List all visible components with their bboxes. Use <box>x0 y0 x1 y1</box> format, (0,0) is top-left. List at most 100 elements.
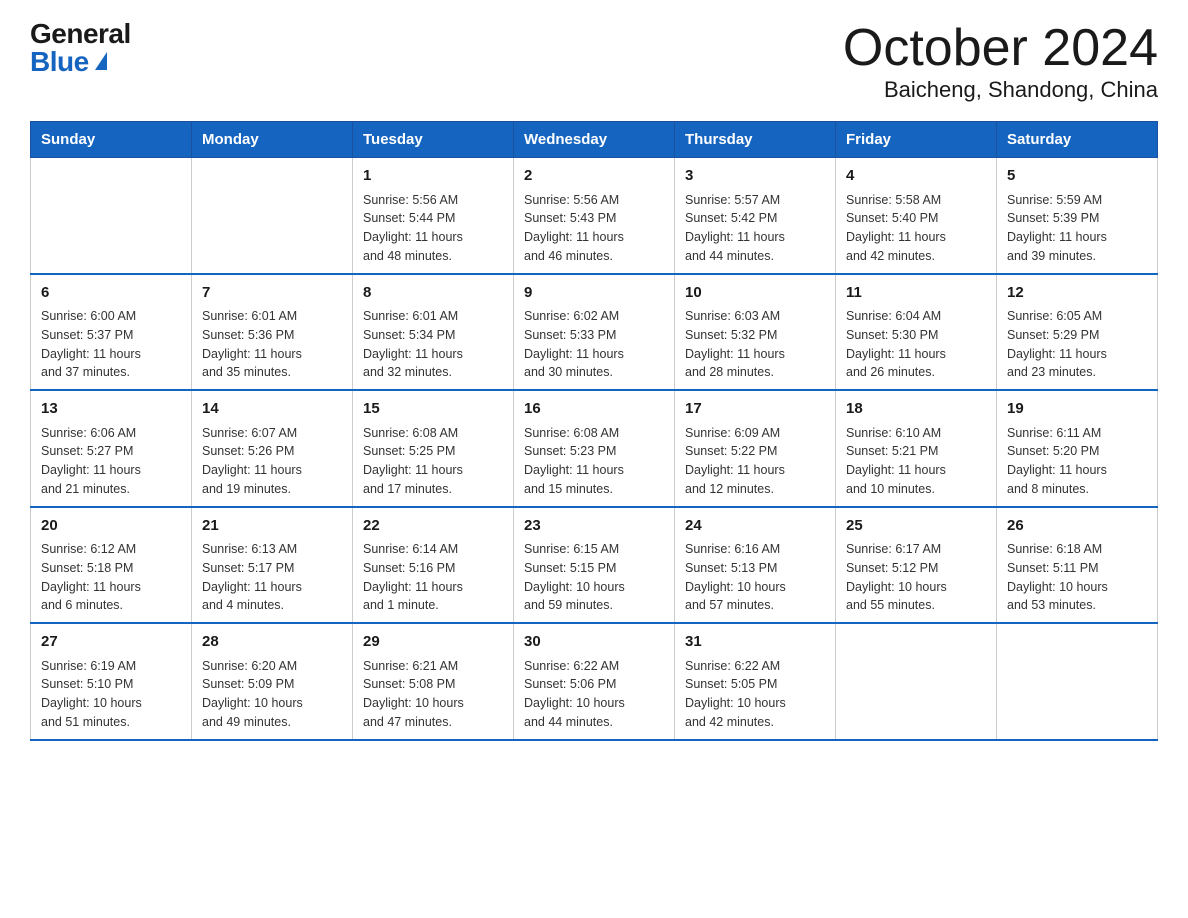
calendar-day-11: 11Sunrise: 6:04 AMSunset: 5:30 PMDayligh… <box>836 274 997 391</box>
calendar-day-28: 28 Sunrise: 6:20 AMSunset: 5:09 PMDayligh… <box>192 623 353 740</box>
calendar-day-8: 8Sunrise: 6:01 AMSunset: 5:34 PMDaylight… <box>353 274 514 391</box>
calendar-day-7: 7Sunrise: 6:01 AMSunset: 5:36 PMDaylight… <box>192 274 353 391</box>
calendar-week-row: 20Sunrise: 6:12 AMSunset: 5:18 PMDayligh… <box>31 507 1158 624</box>
day-info: Sunrise: 6:09 AMSunset: 5:22 PMDaylight:… <box>685 424 825 499</box>
day-number: 12 <box>1007 282 1147 305</box>
day-info: Sunrise: 5:58 AMSunset: 5:40 PMDaylight:… <box>846 191 986 266</box>
logo-blue-text: Blue <box>30 48 107 76</box>
day-number: 21 <box>202 515 342 538</box>
calendar-day-15: 15 Sunrise: 6:08 AMSunset: 5:25 PMDayligh… <box>353 390 514 507</box>
calendar-day-3: 3Sunrise: 5:57 AMSunset: 5:42 PMDaylight… <box>675 158 836 274</box>
calendar-day-30: 30 Sunrise: 6:22 AMSunset: 5:06 PMDayligh… <box>514 623 675 740</box>
day-number: 11 <box>846 282 986 305</box>
calendar-day-10: 10Sunrise: 6:03 AMSunset: 5:32 PMDayligh… <box>675 274 836 391</box>
day-number: 22 <box>363 515 503 538</box>
calendar-week-row: 1Sunrise: 5:56 AMSunset: 5:44 PMDaylight… <box>31 158 1158 274</box>
calendar-day-17: 17 Sunrise: 6:09 AMSunset: 5:22 PMDayligh… <box>675 390 836 507</box>
day-info: Sunrise: 6:16 AMSunset: 5:13 PMDaylight:… <box>685 540 825 615</box>
day-number: 2 <box>524 165 664 188</box>
calendar-day-9: 9Sunrise: 6:02 AMSunset: 5:33 PMDaylight… <box>514 274 675 391</box>
page-title: October 2024 <box>843 20 1158 77</box>
day-info: Sunrise: 6:15 AMSunset: 5:15 PMDaylight:… <box>524 540 664 615</box>
day-info: Sunrise: 5:56 AMSunset: 5:44 PMDaylight:… <box>363 191 503 266</box>
calendar-day-24: 24Sunrise: 6:16 AMSunset: 5:13 PMDayligh… <box>675 507 836 624</box>
day-number: 16 <box>524 398 664 421</box>
header-friday: Friday <box>836 122 997 158</box>
calendar-day-4: 4Sunrise: 5:58 AMSunset: 5:40 PMDaylight… <box>836 158 997 274</box>
day-info: Sunrise: 6:21 AMSunset: 5:08 PMDaylight:… <box>363 657 503 732</box>
day-number: 25 <box>846 515 986 538</box>
calendar-week-row: 13 Sunrise: 6:06 AMSunset: 5:27 PMDayligh… <box>31 390 1158 507</box>
title-area: October 2024 Baicheng, Shandong, China <box>843 20 1158 103</box>
calendar-day-25: 25Sunrise: 6:17 AMSunset: 5:12 PMDayligh… <box>836 507 997 624</box>
logo-triangle-icon <box>95 52 107 70</box>
day-number: 24 <box>685 515 825 538</box>
day-number: 18 <box>846 398 986 421</box>
day-info: Sunrise: 5:59 AMSunset: 5:39 PMDaylight:… <box>1007 191 1147 266</box>
calendar-day-22: 22Sunrise: 6:14 AMSunset: 5:16 PMDayligh… <box>353 507 514 624</box>
day-info: Sunrise: 6:18 AMSunset: 5:11 PMDaylight:… <box>1007 540 1147 615</box>
calendar-day-2: 2 Sunrise: 5:56 AMSunset: 5:43 PMDaylight… <box>514 158 675 274</box>
calendar-week-row: 6Sunrise: 6:00 AMSunset: 5:37 PMDaylight… <box>31 274 1158 391</box>
day-info: Sunrise: 6:08 AMSunset: 5:25 PMDaylight:… <box>363 424 503 499</box>
calendar-day-23: 23Sunrise: 6:15 AMSunset: 5:15 PMDayligh… <box>514 507 675 624</box>
day-number: 27 <box>41 631 181 654</box>
calendar-day-27: 27 Sunrise: 6:19 AMSunset: 5:10 PMDayligh… <box>31 623 192 740</box>
day-info: Sunrise: 6:01 AMSunset: 5:34 PMDaylight:… <box>363 307 503 382</box>
day-info: Sunrise: 6:04 AMSunset: 5:30 PMDaylight:… <box>846 307 986 382</box>
day-info: Sunrise: 6:11 AMSunset: 5:20 PMDaylight:… <box>1007 424 1147 499</box>
header-wednesday: Wednesday <box>514 122 675 158</box>
calendar-day-12: 12Sunrise: 6:05 AMSunset: 5:29 PMDayligh… <box>997 274 1158 391</box>
calendar-table: SundayMondayTuesdayWednesdayThursdayFrid… <box>30 121 1158 741</box>
day-number: 29 <box>363 631 503 654</box>
calendar-day-26: 26Sunrise: 6:18 AMSunset: 5:11 PMDayligh… <box>997 507 1158 624</box>
day-info: Sunrise: 6:05 AMSunset: 5:29 PMDaylight:… <box>1007 307 1147 382</box>
day-number: 31 <box>685 631 825 654</box>
calendar-header-row: SundayMondayTuesdayWednesdayThursdayFrid… <box>31 122 1158 158</box>
header-thursday: Thursday <box>675 122 836 158</box>
header: General Blue October 2024 Baicheng, Shan… <box>30 20 1158 103</box>
day-info: Sunrise: 6:20 AMSunset: 5:09 PMDaylight:… <box>202 657 342 732</box>
day-number: 9 <box>524 282 664 305</box>
day-info: Sunrise: 6:10 AMSunset: 5:21 PMDaylight:… <box>846 424 986 499</box>
day-info: Sunrise: 6:00 AMSunset: 5:37 PMDaylight:… <box>41 307 181 382</box>
day-number: 17 <box>685 398 825 421</box>
day-number: 26 <box>1007 515 1147 538</box>
day-info: Sunrise: 6:14 AMSunset: 5:16 PMDaylight:… <box>363 540 503 615</box>
day-number: 23 <box>524 515 664 538</box>
calendar-day-empty <box>836 623 997 740</box>
day-info: Sunrise: 6:07 AMSunset: 5:26 PMDaylight:… <box>202 424 342 499</box>
calendar-day-13: 13 Sunrise: 6:06 AMSunset: 5:27 PMDayligh… <box>31 390 192 507</box>
day-number: 10 <box>685 282 825 305</box>
day-number: 7 <box>202 282 342 305</box>
calendar-day-6: 6Sunrise: 6:00 AMSunset: 5:37 PMDaylight… <box>31 274 192 391</box>
day-info: Sunrise: 6:19 AMSunset: 5:10 PMDaylight:… <box>41 657 181 732</box>
calendar-day-20: 20Sunrise: 6:12 AMSunset: 5:18 PMDayligh… <box>31 507 192 624</box>
day-number: 13 <box>41 398 181 421</box>
day-info: Sunrise: 6:22 AMSunset: 5:05 PMDaylight:… <box>685 657 825 732</box>
day-number: 28 <box>202 631 342 654</box>
day-info: Sunrise: 6:01 AMSunset: 5:36 PMDaylight:… <box>202 307 342 382</box>
day-info: Sunrise: 6:17 AMSunset: 5:12 PMDaylight:… <box>846 540 986 615</box>
calendar-day-31: 31 Sunrise: 6:22 AMSunset: 5:05 PMDayligh… <box>675 623 836 740</box>
day-number: 30 <box>524 631 664 654</box>
day-number: 20 <box>41 515 181 538</box>
day-info: Sunrise: 6:22 AMSunset: 5:06 PMDaylight:… <box>524 657 664 732</box>
header-tuesday: Tuesday <box>353 122 514 158</box>
calendar-day-empty <box>192 158 353 274</box>
calendar-day-21: 21Sunrise: 6:13 AMSunset: 5:17 PMDayligh… <box>192 507 353 624</box>
header-saturday: Saturday <box>997 122 1158 158</box>
calendar-day-29: 29 Sunrise: 6:21 AMSunset: 5:08 PMDayligh… <box>353 623 514 740</box>
header-sunday: Sunday <box>31 122 192 158</box>
calendar-day-empty <box>997 623 1158 740</box>
day-info: Sunrise: 5:56 AMSunset: 5:43 PMDaylight:… <box>524 191 664 266</box>
calendar-day-19: 19Sunrise: 6:11 AMSunset: 5:20 PMDayligh… <box>997 390 1158 507</box>
day-info: Sunrise: 6:13 AMSunset: 5:17 PMDaylight:… <box>202 540 342 615</box>
calendar-day-1: 1Sunrise: 5:56 AMSunset: 5:44 PMDaylight… <box>353 158 514 274</box>
day-number: 15 <box>363 398 503 421</box>
day-info: Sunrise: 6:02 AMSunset: 5:33 PMDaylight:… <box>524 307 664 382</box>
day-number: 8 <box>363 282 503 305</box>
day-info: Sunrise: 5:57 AMSunset: 5:42 PMDaylight:… <box>685 191 825 266</box>
day-info: Sunrise: 6:06 AMSunset: 5:27 PMDaylight:… <box>41 424 181 499</box>
logo: General Blue <box>30 20 131 76</box>
